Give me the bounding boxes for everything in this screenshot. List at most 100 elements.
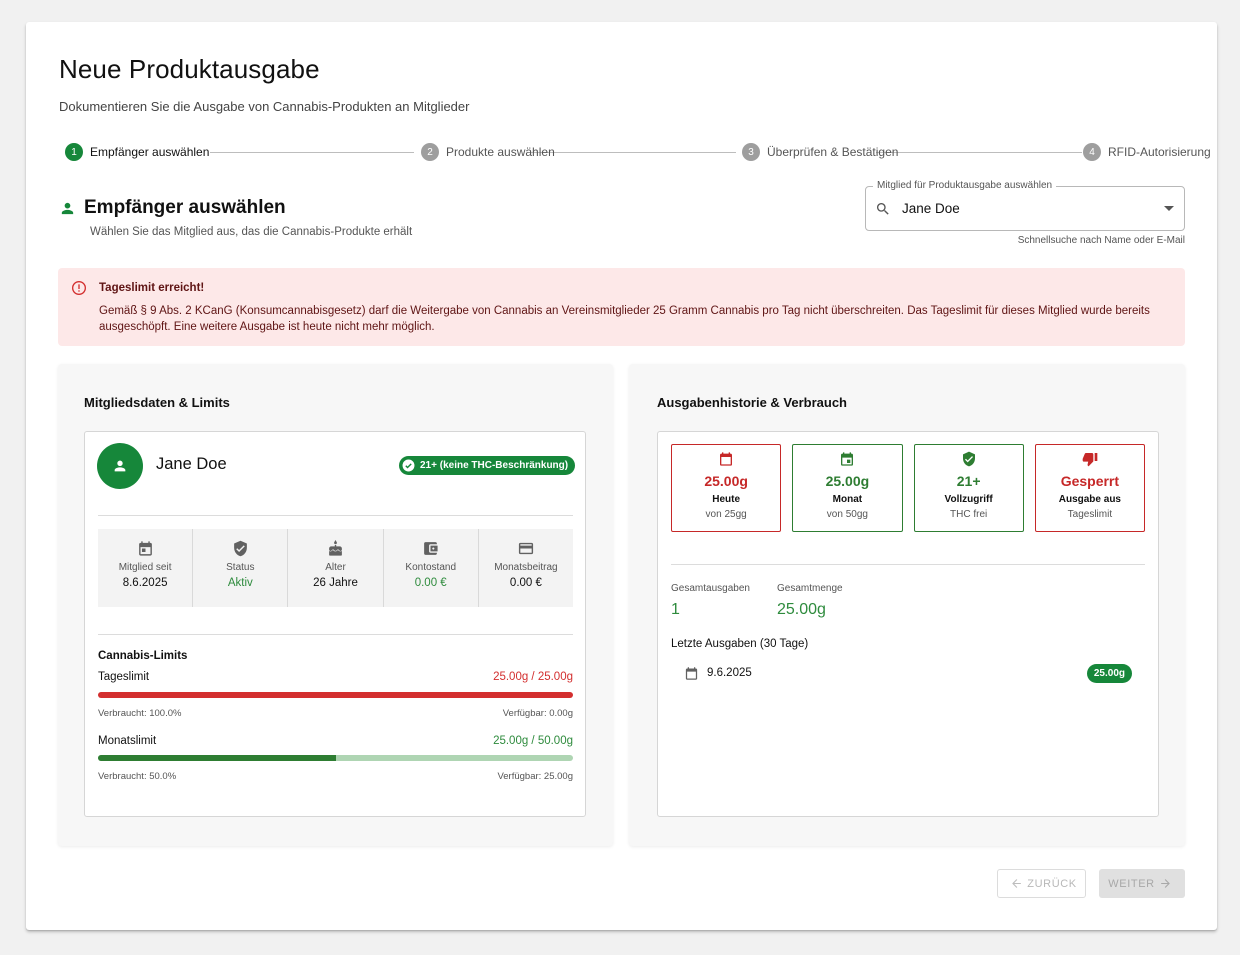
stat-status: Status Aktiv <box>193 529 289 607</box>
history-card: 25.00g Heute von 25gg 25.00g Monat von 5… <box>657 431 1159 817</box>
tile-value: 25.00g <box>825 473 870 489</box>
member-data-panel: Mitgliedsdaten & Limits Jane Doe 21+ (ke… <box>58 364 613 846</box>
total-amount-label: Gesamtmenge <box>777 583 843 594</box>
page-title: Neue Produktausgabe <box>59 54 320 84</box>
list-item[interactable]: 9.6.2025 25.00g <box>671 664 1145 684</box>
shield-check-icon <box>962 451 975 467</box>
thumb-down-icon <box>1082 453 1098 467</box>
monthly-limit-value: 25.00g / 50.00g <box>493 735 573 747</box>
stat-label: Status <box>226 562 255 573</box>
page-subtitle: Dokumentieren Sie die Ausgabe von Cannab… <box>59 99 470 114</box>
step-rfid[interactable]: 4 RFID-Autorisierung <box>1083 143 1211 161</box>
usage-tiles: 25.00g Heute von 25gg 25.00g Monat von 5… <box>671 444 1145 532</box>
stat-value: Aktiv <box>227 577 253 589</box>
stat-monthly-fee: Monatsbeitrag 0.00 € <box>478 529 574 607</box>
search-icon <box>877 203 889 215</box>
section-title: Empfänger auswählen <box>84 197 286 218</box>
member-select-value: Jane Doe <box>902 201 960 216</box>
tile-label: Monat <box>832 494 863 505</box>
back-button-label: ZURÜCK <box>1027 877 1077 890</box>
step-label: Produkte auswählen <box>446 145 555 159</box>
step-products[interactable]: 2 Produkte auswählen <box>421 143 555 161</box>
monthly-limit-bar <box>98 755 573 761</box>
divider <box>98 515 573 516</box>
recent-amount-badge: 25.00g <box>1086 664 1132 683</box>
panel-title: Mitgliedsdaten & Limits <box>84 395 230 410</box>
stat-value: 0.00 € <box>414 577 447 589</box>
credit-card-icon <box>518 542 533 554</box>
tile-sub: von 25gg <box>705 509 747 520</box>
monthly-used: Verbraucht: 50.0% <box>98 771 177 782</box>
person-icon <box>61 202 74 215</box>
error-icon <box>72 281 86 295</box>
monthly-available: Verfügbar: 25.00g <box>497 771 573 782</box>
member-card: Jane Doe 21+ (keine THC-Beschränkung) Mi… <box>84 431 586 817</box>
tile-full-access: 21+ Vollzugriff THC frei <box>913 444 1024 532</box>
member-stats: Mitglied seit 8.6.2025 Status Aktiv Alte… <box>98 529 574 607</box>
step-review[interactable]: 3 Überprüfen & Bestätigen <box>742 143 898 161</box>
tile-sub: THC frei <box>950 509 988 520</box>
stat-age: Alter 26 Jahre <box>288 529 384 607</box>
step-number: 2 <box>421 143 439 161</box>
tile-value: Gesperrt <box>1060 473 1120 489</box>
step-number: 1 <box>65 143 83 161</box>
total-count-label: Gesamtausgaben <box>671 583 750 594</box>
stat-label: Alter <box>325 562 346 573</box>
back-button[interactable]: ZURÜCK <box>997 869 1086 898</box>
age-badge: 21+ (keine THC-Beschränkung) <box>399 456 576 475</box>
tile-value: 25.00g <box>704 473 748 489</box>
stat-label: Mitglied seit <box>118 562 172 573</box>
member-select[interactable]: Mitglied für Produktausgabe auswählen Ja… <box>865 180 1185 231</box>
tile-sub: von 50gg <box>826 509 868 520</box>
stat-value: 0.00 € <box>509 577 542 589</box>
section-subtitle: Wählen Sie das Mitglied aus, das die Can… <box>90 226 413 238</box>
step-label: Überprüfen & Bestätigen <box>767 145 899 159</box>
arrow-right-icon <box>1160 879 1170 888</box>
total-amount-value: 25.00g <box>777 601 826 618</box>
daily-limit-alert: Tageslimit erreicht! Gemäß § 9 Abs. 2 KC… <box>58 268 1185 346</box>
stepper-connector <box>531 152 736 153</box>
stepper-connector <box>210 152 414 153</box>
calendar-icon <box>720 452 733 466</box>
tile-sub: Tageslimit <box>1067 509 1113 520</box>
tile-month: 25.00g Monat von 50gg <box>792 444 903 532</box>
tile-blocked: Gesperrt Ausgabe aus Tageslimit <box>1034 444 1145 532</box>
stat-balance: Kontostand 0.00 € <box>383 529 479 607</box>
step-number: 3 <box>742 143 760 161</box>
step-label: Empfänger auswählen <box>90 145 210 159</box>
divider <box>98 634 573 635</box>
next-button[interactable]: WEITER <box>1099 869 1185 898</box>
tile-today: 25.00g Heute von 25gg <box>671 444 782 532</box>
step-recipient[interactable]: 1 Empfänger auswählen <box>65 143 209 161</box>
age-badge-label: 21+ (keine THC-Beschränkung) <box>420 460 569 471</box>
limits-title: Cannabis-Limits <box>98 650 188 662</box>
step-label: RFID-Autorisierung <box>1108 145 1211 159</box>
alert-title: Tageslimit erreicht! <box>99 282 205 294</box>
history-panel: Ausgabenhistorie & Verbrauch 25.00g Heut… <box>629 364 1185 846</box>
stepper: 1 Empfänger auswählen 2 Produkte auswähl… <box>65 143 1211 161</box>
verified-icon <box>402 459 415 472</box>
stat-label: Monatsbeitrag <box>494 562 558 573</box>
step-number: 4 <box>1083 143 1101 161</box>
daily-used: Verbraucht: 100.0% <box>98 708 182 719</box>
stepper-connector <box>876 152 1082 153</box>
daily-limit-fill <box>98 692 573 698</box>
member-name: Jane Doe <box>156 455 227 473</box>
daily-limit-label: Tageslimit <box>98 671 150 683</box>
daily-limit-value: 25.00g / 25.00g <box>493 671 573 683</box>
member-select-label: Mitglied für Produktausgabe auswählen <box>873 180 1057 191</box>
arrow-left-icon <box>1012 879 1022 888</box>
shield-icon <box>233 540 247 556</box>
tile-value: 21+ <box>956 473 981 489</box>
stat-label: Kontostand <box>405 562 457 573</box>
total-count-value: 1 <box>671 601 680 618</box>
person-icon <box>114 460 126 472</box>
avatar <box>97 443 143 489</box>
recent-title: Letzte Ausgaben (30 Tage) <box>671 638 809 650</box>
chevron-down-icon[interactable] <box>1164 206 1174 211</box>
alert-text: Gemäß § 9 Abs. 2 KCanG (Konsumcannabisge… <box>99 305 1150 333</box>
monthly-limit-fill <box>98 755 336 761</box>
calendar-icon <box>138 540 152 556</box>
tile-label: Ausgabe aus <box>1058 494 1121 505</box>
tile-label: Heute <box>712 494 741 505</box>
